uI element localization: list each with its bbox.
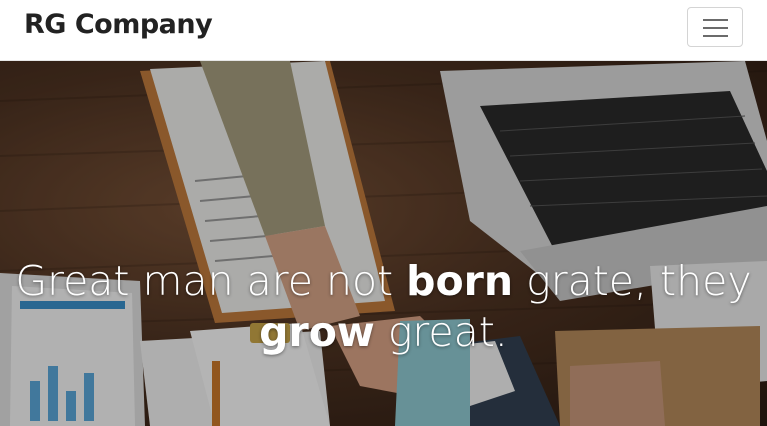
headline-text: grate, they <box>513 257 752 306</box>
hero-overlay <box>0 61 767 426</box>
hero-headline: Great man are not born grate, they grow … <box>0 256 767 358</box>
headline-text: Great man are not <box>15 257 407 306</box>
navbar: RG Company <box>0 0 767 61</box>
navbar-toggle-button[interactable] <box>687 7 743 47</box>
brand-logo-link[interactable]: RG Company <box>24 9 213 40</box>
headline-emphasis-grow: grow <box>259 308 375 357</box>
headline-text: great. <box>374 308 508 357</box>
headline-emphasis-born: born <box>406 257 514 306</box>
hero-section: Great man are not born grate, they grow … <box>0 61 767 426</box>
